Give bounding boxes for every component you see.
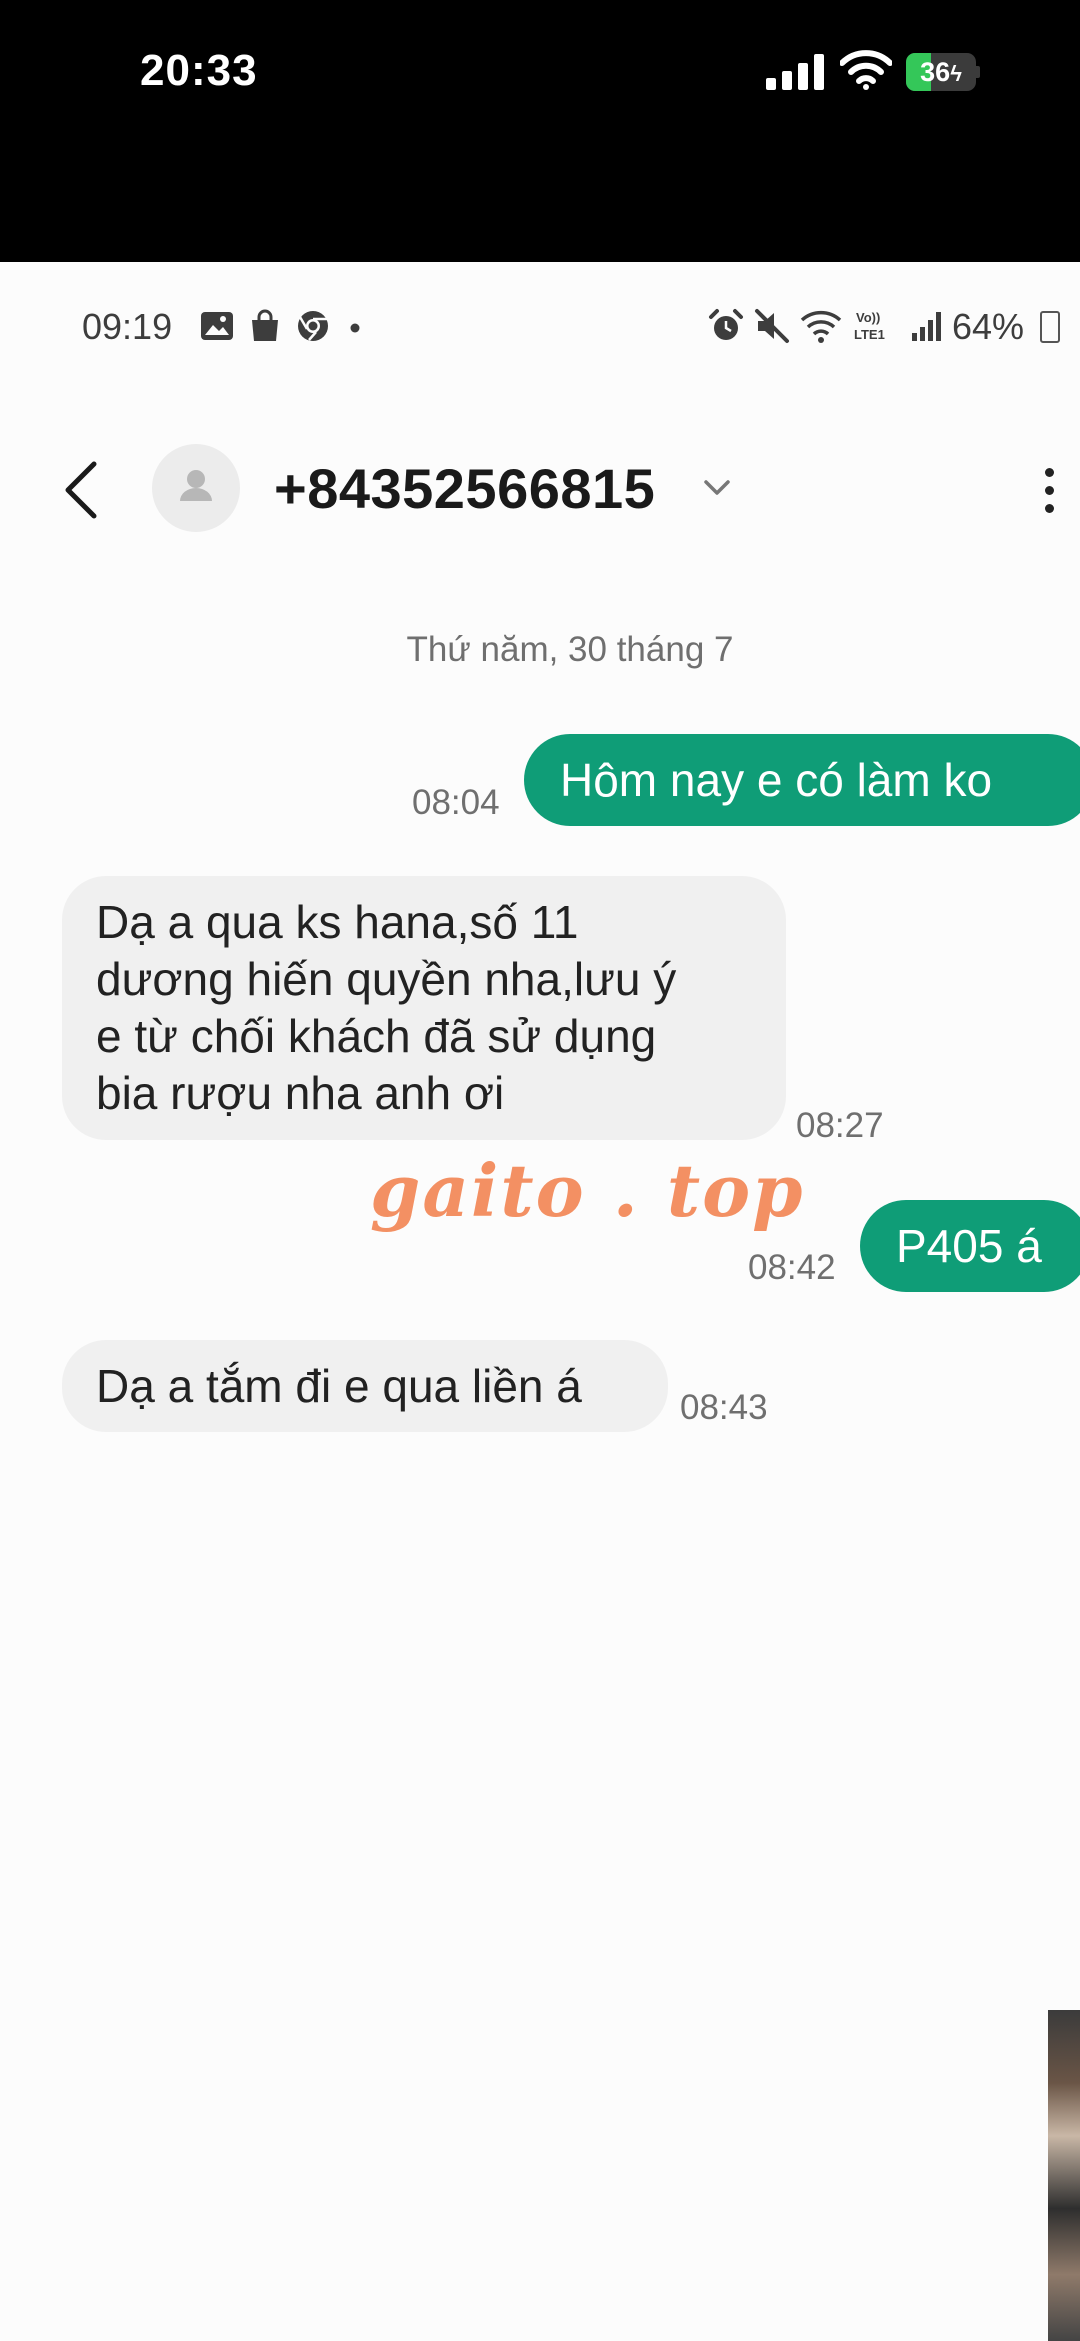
cropped-photo-edge xyxy=(1048,2010,1080,2341)
android-battery-icon xyxy=(1040,311,1060,343)
shopping-bag-icon xyxy=(252,309,278,341)
incoming-message[interactable]: Dạ a qua ks hana,số 11 dương hiến quyền … xyxy=(62,876,786,1140)
message-line: bia rượu nha anh ơi xyxy=(96,1067,505,1119)
message-time: 08:43 xyxy=(680,1388,768,1427)
contact-name[interactable]: +84352566815 xyxy=(274,456,655,521)
cellular-signal-icon xyxy=(766,54,824,90)
system-icons: Vo)) LTE1 xyxy=(708,308,944,344)
message-text: Hôm nay e có làm ko xyxy=(560,754,993,806)
notification-icons xyxy=(200,308,366,344)
message-time: 08:04 xyxy=(412,783,500,822)
message-time: 08:42 xyxy=(748,1248,836,1287)
chrome-icon xyxy=(298,311,328,341)
message-line: Dạ a qua ks hana,số 11 xyxy=(96,896,579,948)
outgoing-message[interactable]: Hôm nay e có làm ko xyxy=(524,734,1080,826)
signal-icon xyxy=(912,312,941,341)
wifi-call-icon xyxy=(800,310,842,343)
battery-icon: 36ϟ xyxy=(906,53,980,91)
alarm-icon xyxy=(709,309,743,340)
back-button[interactable] xyxy=(58,458,108,522)
outer-status-bar: 20:33 36ϟ xyxy=(0,0,1080,262)
outgoing-message[interactable]: P405 á xyxy=(860,1200,1080,1292)
wifi-icon xyxy=(840,50,892,90)
message-line: e từ chối khách đã sử dụng xyxy=(96,1010,657,1062)
contact-avatar[interactable] xyxy=(152,444,240,532)
message-text: P405 á xyxy=(896,1220,1042,1272)
person-icon xyxy=(180,470,212,501)
date-separator: Thứ năm, 30 tháng 7 xyxy=(406,630,734,669)
android-battery-text: 64% xyxy=(952,306,1025,347)
chevron-down-icon[interactable] xyxy=(694,468,740,508)
volte-icon: Vo)) LTE1 xyxy=(854,310,885,342)
gallery-icon xyxy=(201,312,233,340)
dot-icon xyxy=(350,323,360,333)
message-line: dương hiến quyền nha,lưu ý xyxy=(96,953,677,1005)
more-options-button[interactable] xyxy=(1030,462,1070,518)
battery-percent: 36 xyxy=(920,57,951,87)
incoming-message[interactable]: Dạ a tắm đi e qua liền á xyxy=(62,1340,668,1432)
watermark: gaito . top xyxy=(370,1148,805,1233)
outer-status-time: 20:33 xyxy=(140,46,258,95)
svg-text:LTE1: LTE1 xyxy=(854,327,885,342)
svg-text:Vo)): Vo)) xyxy=(856,310,880,325)
message-time: 08:27 xyxy=(796,1106,884,1145)
mute-icon xyxy=(755,309,789,343)
android-status-time: 09:19 xyxy=(82,306,173,347)
message-text: Dạ a tắm đi e qua liền á xyxy=(96,1360,582,1412)
